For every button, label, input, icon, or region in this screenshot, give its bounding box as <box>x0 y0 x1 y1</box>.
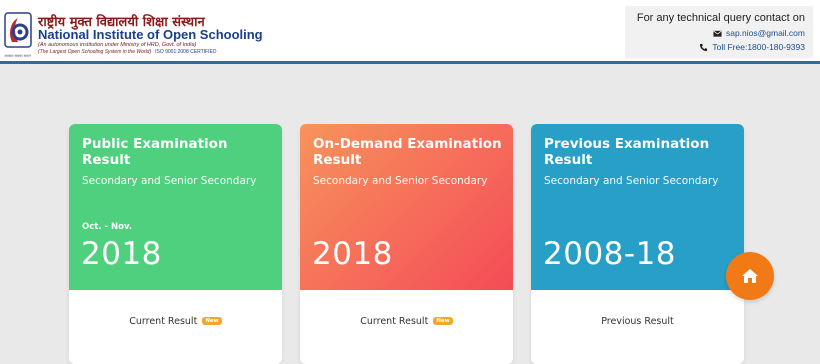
new-badge: New <box>202 316 222 325</box>
card-footer: Previous Result <box>531 290 744 364</box>
card-previous-examination[interactable]: Previous Examination Result Secondary an… <box>531 124 744 364</box>
previous-result-link[interactable]: Previous Result <box>531 316 744 327</box>
logo-english-name: National Institute of Open Schooling <box>38 27 263 42</box>
logo-english-highlight: Open Schooling <box>162 27 263 42</box>
nios-emblem-icon <box>4 12 32 48</box>
logo-subtitle-1: (An autonomous institution under Ministr… <box>38 42 197 48</box>
phone-icon <box>700 43 708 51</box>
contact-box: For any technical query contact on sap.n… <box>625 6 813 58</box>
card-link-label: Current Result <box>360 316 429 327</box>
card-header-previous[interactable]: Previous Examination Result Secondary an… <box>531 124 744 290</box>
card-subtitle: Secondary and Senior Secondary <box>82 175 257 187</box>
logo-tagline: आकाश सबका समान <box>4 54 32 58</box>
home-icon <box>742 269 758 283</box>
logo-english-prefix: National Institute of <box>38 27 163 42</box>
card-footer: Current Result New <box>69 290 282 364</box>
card-title: Public Examination Result <box>82 136 228 168</box>
card-public-examination[interactable]: Public Examination Result Secondary and … <box>69 124 282 364</box>
contact-email[interactable]: sap.nios@gmail.com <box>726 28 805 38</box>
card-header-public[interactable]: Public Examination Result Secondary and … <box>69 124 282 290</box>
envelope-icon <box>713 30 722 37</box>
current-result-link[interactable]: Current Result New <box>300 316 513 327</box>
card-footer: Current Result New <box>300 290 513 364</box>
contact-title: For any technical query contact on <box>636 12 805 24</box>
card-header-on-demand[interactable]: On-Demand Examination Result Secondary a… <box>300 124 513 290</box>
home-button[interactable] <box>726 252 774 300</box>
card-subtitle: Secondary and Senior Secondary <box>544 175 719 187</box>
card-link-label: Previous Result <box>601 316 674 327</box>
card-title: Previous Examination Result <box>544 136 710 168</box>
logo-subtitle-2: (The Largest Open Schooling System in th… <box>38 49 216 55</box>
card-year: 2008-18 <box>543 236 677 272</box>
card-year: 2018 <box>312 236 393 272</box>
card-title: On-Demand Examination Result <box>313 136 502 168</box>
site-header: राष्ट्रीय मुक्त विद्यालयी शिक्षा संस्थान… <box>0 0 820 64</box>
card-on-demand-examination[interactable]: On-Demand Examination Result Secondary a… <box>300 124 513 364</box>
card-year: 2018 <box>81 236 162 272</box>
contact-email-line: sap.nios@gmail.com <box>625 28 805 38</box>
logo-subtitle-2-text: (The Largest Open Schooling System in th… <box>38 49 152 55</box>
contact-phone[interactable]: Toll Free:1800-180-9393 <box>712 42 805 52</box>
new-badge: New <box>433 316 453 325</box>
card-season: Oct. - Nov. <box>82 222 133 232</box>
current-result-link[interactable]: Current Result New <box>69 316 282 327</box>
logo-iso-text: ISO 9001:2008 CERTIFIED <box>155 49 217 55</box>
card-subtitle: Secondary and Senior Secondary <box>313 175 488 187</box>
card-link-label: Current Result <box>129 316 198 327</box>
contact-phone-line: Toll Free:1800-180-9393 <box>625 42 805 52</box>
nios-logo[interactable]: राष्ट्रीय मुक्त विद्यालयी शिक्षा संस्थान… <box>4 8 264 60</box>
